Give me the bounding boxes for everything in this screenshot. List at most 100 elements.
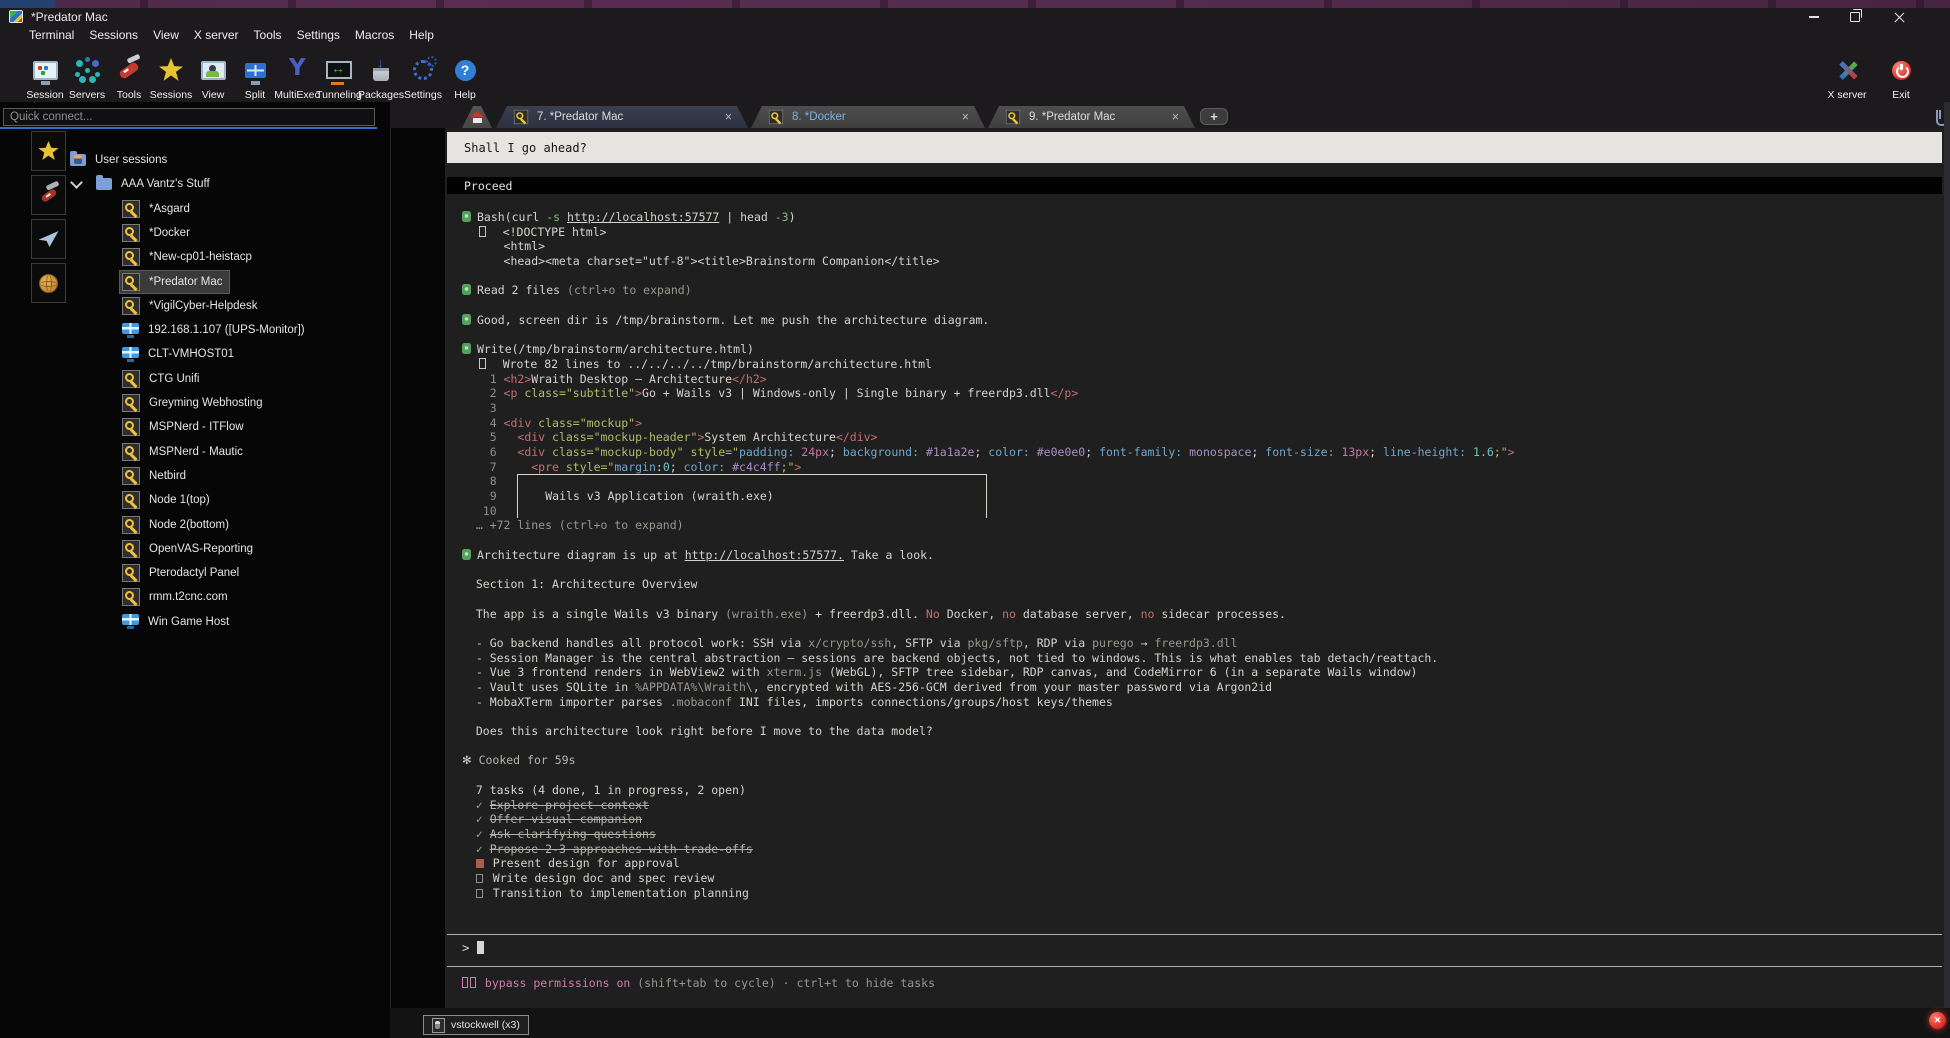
chevron-down-icon[interactable]: [70, 176, 83, 189]
toolbar-button-exit[interactable]: Exit: [1880, 45, 1922, 101]
menu-item-terminal[interactable]: Terminal: [29, 28, 74, 42]
terminal-text: padding:: [739, 445, 794, 459]
close-button[interactable]: [1882, 8, 1916, 26]
menu-item-settings[interactable]: Settings: [297, 28, 340, 42]
session-label: AAA Vantz's Stuff: [121, 178, 210, 190]
terminal-line: - Vault uses SQLite in %APPDATA%\Wraith\…: [462, 680, 1938, 695]
toolbar-button-split[interactable]: Split: [234, 45, 276, 101]
menu-item-macros[interactable]: Macros: [355, 28, 394, 42]
session-label: 192.168.1.107 ([UPS-Monitor]): [148, 324, 305, 336]
terminal-text: background:: [843, 445, 919, 459]
minimize-button[interactable]: [1797, 8, 1831, 26]
terminal-line: - MobaXTerm importer parses .mobaconf IN…: [462, 695, 1938, 710]
terminal-text: font-size:: [1265, 445, 1334, 459]
sidebar-item-predator-mac[interactable]: *Predator Mac: [0, 270, 229, 294]
prompt-line[interactable]: >: [462, 940, 484, 958]
toolbar-button-servers[interactable]: Servers: [66, 45, 108, 101]
proceed-selected-option[interactable]: Proceed: [447, 177, 1942, 194]
toolbar-button-tunneling[interactable]: Tunneling: [318, 45, 360, 101]
terminal-text: (wraith.exe): [725, 607, 808, 621]
sidebar-item-mspnerd-mautic[interactable]: MSPNerd - Mautic: [0, 440, 249, 464]
terminal-text: The app is a single Wails v3 binary: [462, 607, 725, 621]
sidebar-item-rmm-t2cnc-com[interactable]: rmm.t2cnc.com: [0, 585, 234, 609]
sidebar-item-ctg-unifi[interactable]: CTG Unifi: [0, 367, 205, 391]
tab-close-icon[interactable]: ×: [1172, 111, 1179, 123]
sidebar-item-greyming-webhosting[interactable]: Greyming Webhosting: [0, 391, 269, 415]
toolbar-button-packages[interactable]: Packages: [360, 45, 402, 101]
toolbar-button-x-server[interactable]: X server: [1826, 45, 1868, 101]
sidebar-item-node-1-top[interactable]: Node 1(top): [0, 488, 216, 512]
accent-divider: [0, 127, 377, 129]
toolbar-button-multiexec[interactable]: MultiExec: [276, 45, 318, 101]
sidebar-item-mspnerd-itflow[interactable]: MSPNerd - ITFlow: [0, 415, 250, 439]
terminal-text: <div: [517, 445, 552, 459]
menu-item-x-server[interactable]: X server: [194, 28, 239, 42]
terminal-text: #1a1a2e: [919, 445, 974, 459]
terminal-scrollbar[interactable]: [1944, 102, 1950, 1008]
sidebar-item-clt-vmhost01[interactable]: CLT-VMHOST01: [0, 342, 240, 366]
terminal-text: INI files, imports connections/groups/ho…: [732, 695, 1113, 709]
terminal-text: Transition to implementation planning: [486, 886, 749, 900]
sidebar-item-win-game-host[interactable]: Win Game Host: [0, 610, 235, 634]
menu-item-tools[interactable]: Tools: [254, 28, 282, 42]
menu-item-view[interactable]: View: [153, 28, 179, 42]
terminal-text: No: [926, 607, 940, 621]
terminal-text: 7 tasks (4 done, 1 in progress, 2 open): [462, 783, 746, 797]
settings-gear-icon: [413, 60, 433, 80]
toolbar-button-view[interactable]: View: [192, 45, 234, 101]
terminal-pane[interactable]: Shall I go ahead? Proceed Bash(curl -s h…: [445, 128, 1944, 1008]
terminal-text: <!DOCTYPE html>: [489, 225, 607, 239]
terminal-line: … +72 lines (ctrl+o to expand): [462, 518, 1938, 533]
terminal-text: [462, 549, 471, 560]
notification-close-button[interactable]: [1929, 1012, 1946, 1029]
sidebar-item-netbird[interactable]: Netbird: [0, 464, 192, 488]
key-icon: [769, 110, 783, 124]
maximize-button[interactable]: [1838, 8, 1872, 26]
sidebar-item-vigilcyber-helpdesk[interactable]: *VigilCyber-Helpdesk: [0, 294, 263, 318]
tab-9-predator-mac[interactable]: 9. *Predator Mac×: [988, 106, 1195, 128]
sidebar-item-aaa-vantz-s-stuff[interactable]: AAA Vantz's Stuff: [0, 172, 216, 196]
quick-connect-input[interactable]: [3, 108, 375, 126]
tab-home[interactable]: [462, 106, 492, 128]
toolbar-button-tools[interactable]: Tools: [108, 45, 150, 101]
terminal-text: [462, 886, 476, 900]
terminal-text: <pre: [531, 460, 566, 474]
menu-item-sessions[interactable]: Sessions: [89, 28, 138, 42]
tab-close-icon[interactable]: ×: [725, 111, 732, 123]
terminal-text: Cooked for 59s: [472, 753, 576, 767]
terminal-text: , encrypted with AES-256-GCM derived fro…: [753, 680, 1272, 694]
tab-8-docker[interactable]: 8. *Docker×: [751, 106, 985, 128]
sidebar-item-asgard[interactable]: *Asgard: [0, 197, 196, 221]
terminal-text: ✓: [476, 812, 490, 826]
terminal-text: <div: [504, 416, 539, 430]
terminal-link[interactable]: http://localhost:57577: [567, 210, 719, 224]
terminal-line: Bash(curl -s http://localhost:57577 | he…: [462, 210, 1938, 225]
sidebar-item-new-cp01-heistacp[interactable]: *New-cp01-heistacp: [0, 245, 258, 269]
sidebar-item-192-168-1-107-ups-monitor[interactable]: 192.168.1.107 ([UPS-Monitor]): [0, 318, 311, 342]
app-status-bar: vstockwell (x3): [390, 1008, 1950, 1038]
sidebar-item-node-2-bottom[interactable]: Node 2(bottom): [0, 513, 235, 537]
terminal-link[interactable]: http://localhost:57577.: [685, 548, 844, 562]
terminal-text: [517, 474, 987, 489]
toolbar-button-sessions[interactable]: Sessions: [150, 45, 192, 101]
sidebar-item-user-sessions[interactable]: User sessions: [0, 148, 173, 172]
terminal-text: ✓: [476, 827, 490, 841]
tab-7-predator-mac[interactable]: 7. *Predator Mac×: [496, 106, 748, 128]
toolbar-button-session[interactable]: Session: [24, 45, 66, 101]
view-monitor-icon: [201, 61, 226, 80]
key-icon: [514, 110, 528, 124]
toolbar-button-help[interactable]: Help: [444, 45, 486, 101]
xserver-x-icon: [1837, 60, 1858, 81]
terminal-text: </p>: [1051, 386, 1079, 400]
new-tab-button[interactable]: +: [1200, 108, 1228, 125]
user-session-badge[interactable]: vstockwell (x3): [423, 1015, 529, 1035]
menu-item-help[interactable]: Help: [409, 28, 434, 42]
split-window-icon: [245, 63, 266, 78]
key-icon: [122, 370, 140, 388]
tab-close-icon[interactable]: ×: [962, 111, 969, 123]
sidebar-item-openvas-reporting[interactable]: OpenVAS-Reporting: [0, 537, 259, 561]
sidebar-item-docker[interactable]: *Docker: [0, 221, 196, 245]
sidebar-item-pterodactyl-panel[interactable]: Pterodactyl Panel: [0, 561, 245, 585]
toolbar-button-settings[interactable]: Settings: [402, 45, 444, 101]
toolbar-label: Sessions: [150, 90, 193, 101]
